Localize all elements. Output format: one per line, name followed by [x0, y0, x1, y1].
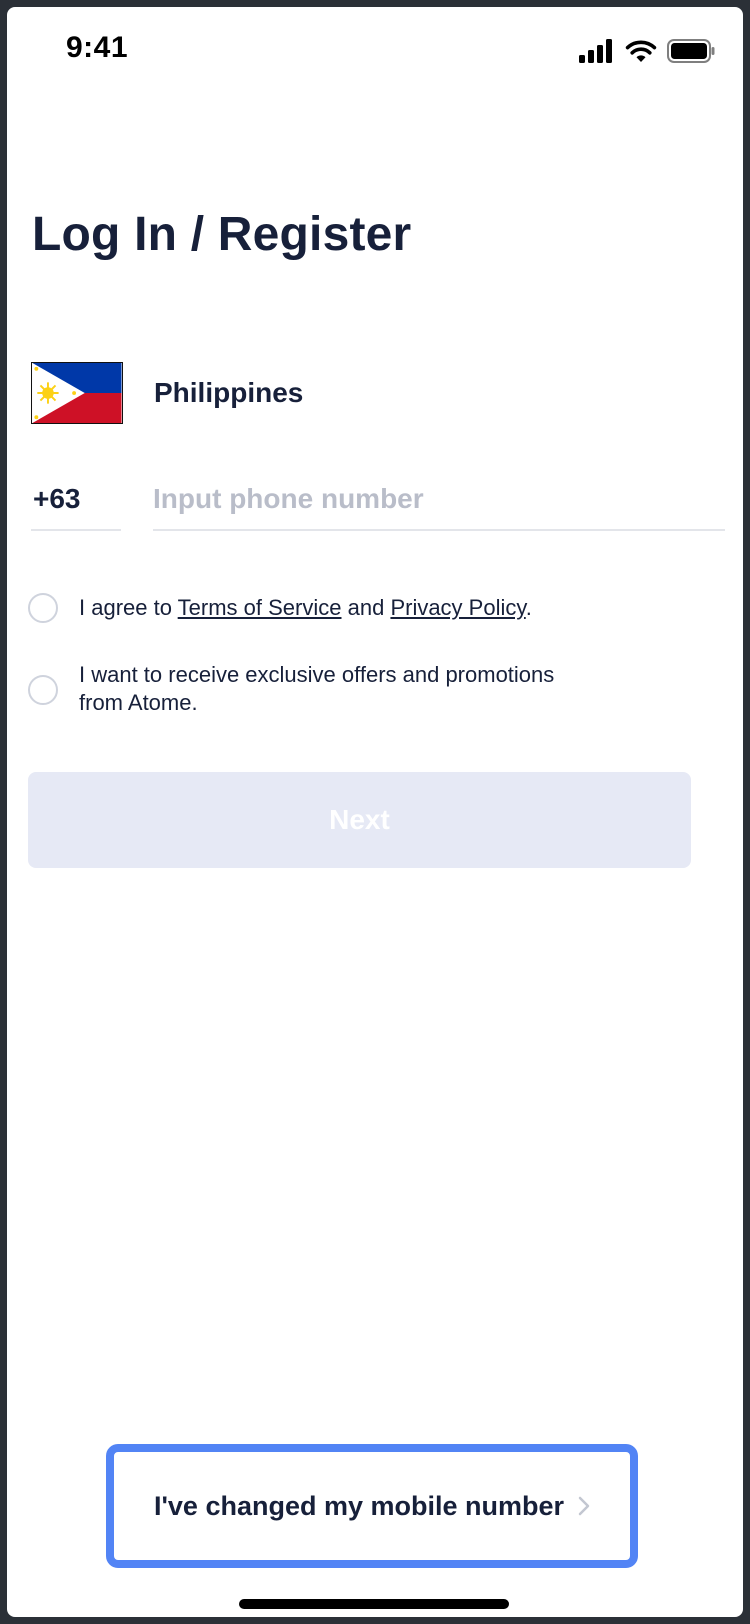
terms-of-service-link[interactable]: Terms of Service: [178, 595, 342, 620]
status-bar: 9:41: [7, 7, 743, 99]
country-selector[interactable]: Philippines: [31, 361, 721, 425]
terms-middle: and: [341, 595, 391, 620]
philippines-flag-icon: [31, 362, 123, 424]
cellular-signal-icon: [579, 39, 612, 63]
chevron-right-icon: [578, 1496, 590, 1516]
marketing-consent-row: I want to receive exclusive offers and p…: [28, 661, 554, 717]
marketing-checkbox[interactable]: [28, 675, 58, 705]
phone-number-input[interactable]: [153, 469, 725, 531]
status-time: 9:41: [66, 31, 129, 64]
marketing-consent-line2: from Atome.: [79, 690, 198, 715]
terms-suffix: .: [525, 595, 532, 620]
next-button[interactable]: Next: [28, 772, 691, 868]
changed-mobile-number-button[interactable]: I've changed my mobile number: [106, 1444, 638, 1568]
page-title: Log In / Register: [32, 208, 412, 261]
terms-consent-text: I agree to Terms of Service and Privacy …: [79, 594, 532, 622]
country-name: Philippines: [154, 377, 304, 408]
terms-consent-row: I agree to Terms of Service and Privacy …: [28, 593, 532, 623]
terms-prefix: I agree to: [79, 595, 178, 620]
marketing-consent-line1: I want to receive exclusive offers and p…: [79, 662, 555, 687]
wifi-icon: [625, 40, 657, 62]
status-icons: [579, 37, 715, 65]
battery-icon: [667, 39, 715, 63]
privacy-policy-link[interactable]: Privacy Policy: [390, 595, 525, 620]
terms-checkbox[interactable]: [28, 593, 58, 623]
phone-screen: 9:41 Log In / Register Philippines +63 I…: [7, 7, 743, 1617]
home-indicator[interactable]: [239, 1599, 509, 1609]
changed-mobile-number-label: I've changed my mobile number: [153, 1490, 565, 1521]
dial-code-selector[interactable]: +63: [31, 469, 121, 531]
marketing-consent-text: I want to receive exclusive offers and p…: [79, 661, 554, 717]
